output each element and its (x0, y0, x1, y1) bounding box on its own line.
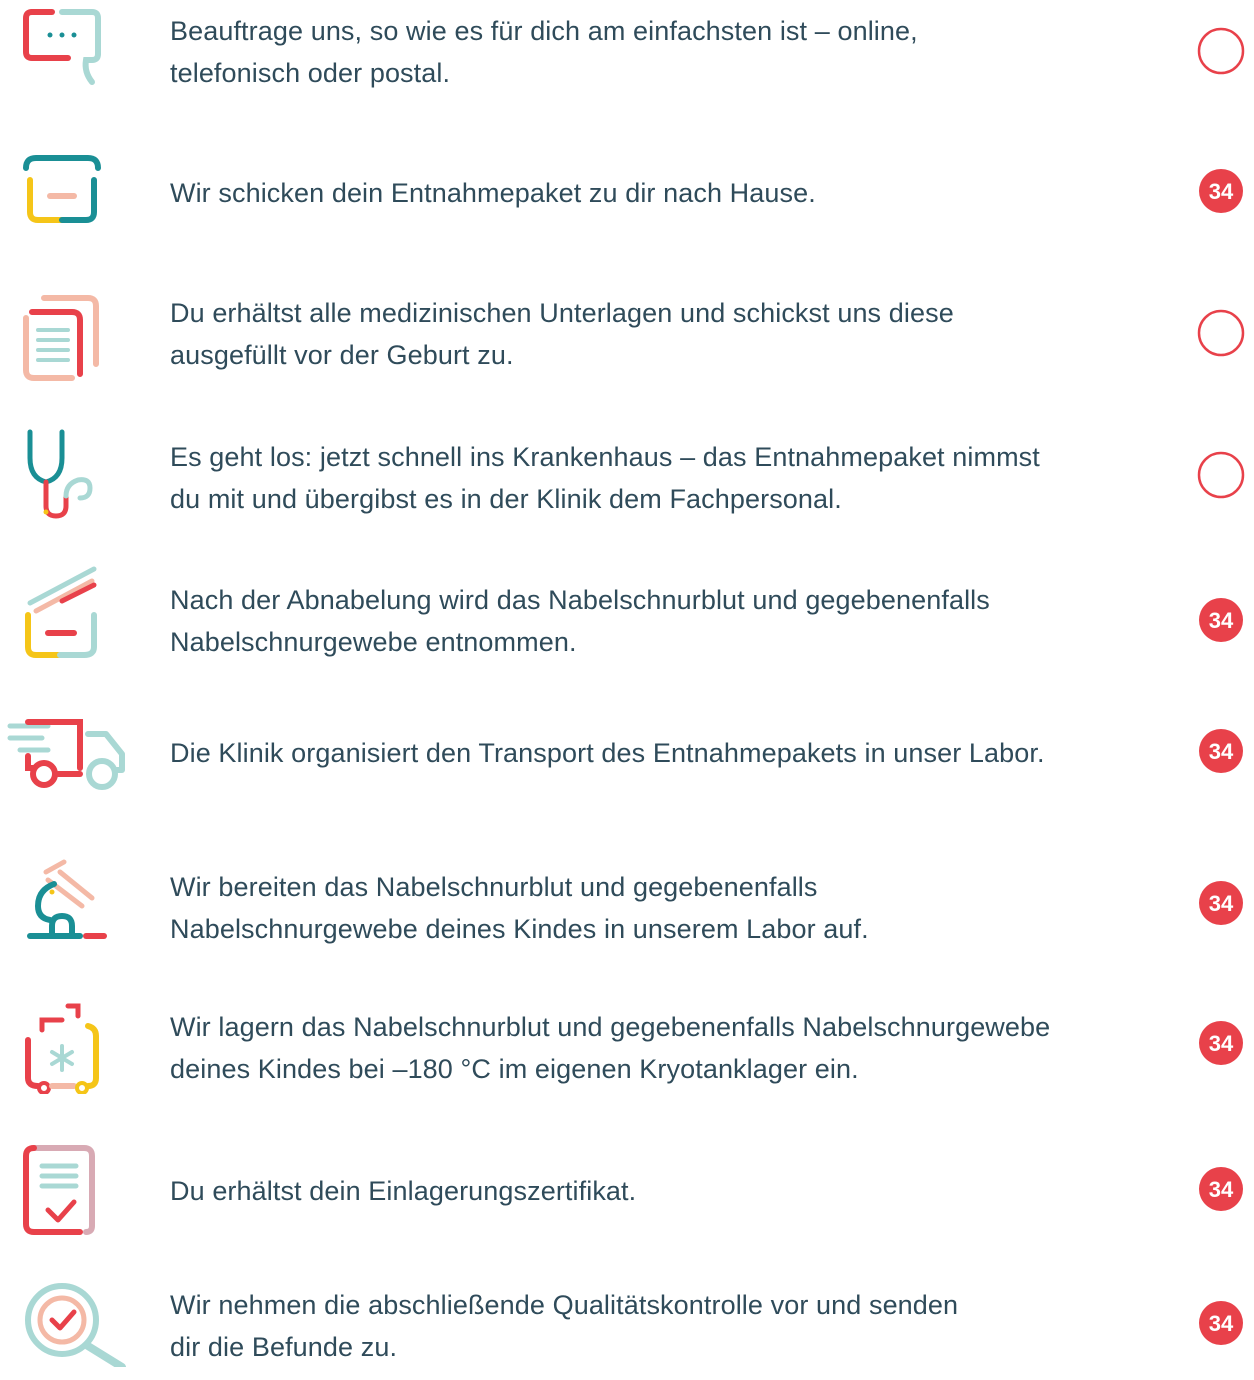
chat-bubble-icon (22, 8, 152, 108)
step-8-badge-label: 34 (1209, 1031, 1234, 1056)
step-2-badge-label: 34 (1209, 179, 1234, 204)
step-10-badge-label: 34 (1209, 1311, 1234, 1336)
step-9-status-badge: 34 (1196, 1164, 1246, 1214)
step-9-badge-label: 34 (1209, 1177, 1234, 1202)
step-1-text: Beauftrage uns, so wie es für dich am ei… (170, 16, 918, 88)
step-9-text: Du erhältst dein Einlagerungszertifikat. (170, 1176, 637, 1206)
box-icon (22, 154, 152, 254)
step-5-badge-label: 34 (1209, 608, 1234, 633)
documents-icon (22, 294, 152, 394)
step-8-status-badge: 34 (1196, 1018, 1246, 1068)
step-8-text: Wir lagern das Nabelschnurblut und gegeb… (170, 1012, 1051, 1084)
step-2-text: Wir schicken dein Entnahmepaket zu dir n… (170, 178, 816, 208)
step-10-text: Wir nehmen die abschließende Qualitätsko… (170, 1290, 959, 1362)
step-7-status-badge: 34 (1196, 878, 1246, 928)
cryo-tank-icon (22, 1000, 152, 1100)
step-5-text: Nach der Abnabelung wird das Nabelschnur… (170, 585, 990, 657)
step-10-status-badge: 34 (1196, 1298, 1246, 1348)
stethoscope-icon (24, 428, 154, 528)
step-5-status-badge: 34 (1196, 595, 1246, 645)
quality-check-icon (22, 1280, 152, 1380)
step-7-badge-label: 34 (1209, 891, 1234, 916)
step-3-status-empty-circle (1196, 308, 1246, 358)
step-6-badge-label: 34 (1209, 739, 1234, 764)
step-4-status-empty-circle (1196, 450, 1246, 500)
step-1-status-empty-circle (1196, 26, 1246, 76)
step-4-text: Es geht los: jetzt schnell ins Krankenha… (170, 442, 1040, 514)
step-6-status-badge: 34 (1196, 726, 1246, 776)
step-2-status-badge: 34 (1196, 166, 1246, 216)
step-3-text: Du erhältst alle medizinischen Unterlage… (170, 298, 954, 370)
open-box-icon (22, 565, 152, 665)
microscope-icon (24, 858, 154, 958)
truck-icon (6, 712, 136, 812)
step-6-text: Die Klinik organisiert den Transport des… (170, 738, 1045, 768)
certificate-icon (22, 1144, 152, 1244)
step-7-text: Wir bereiten das Nabelschnurblut und geg… (170, 872, 869, 944)
